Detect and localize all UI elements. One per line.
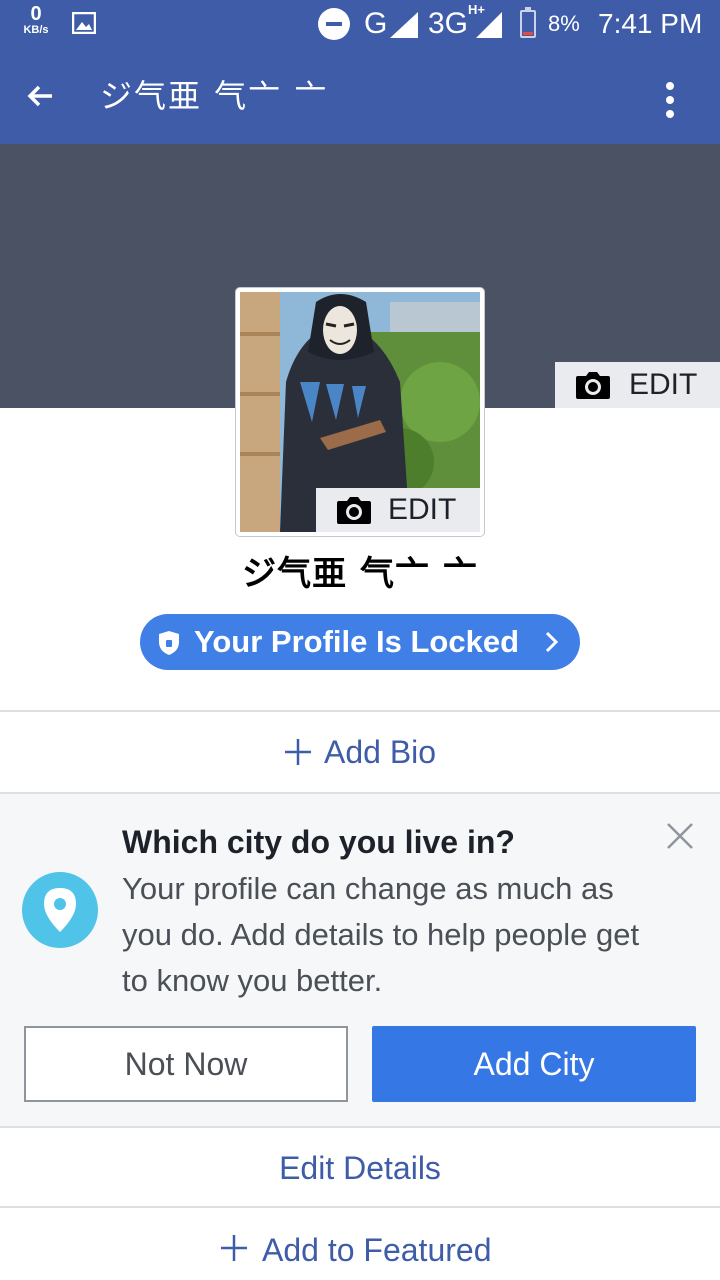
arrow-left-icon[interactable] <box>22 78 58 114</box>
network-type-3g: 3G <box>428 7 469 40</box>
close-icon[interactable] <box>664 820 696 852</box>
city-prompt-title: Which city do you live in? <box>122 824 515 860</box>
gallery-icon <box>72 12 96 34</box>
add-to-featured-button[interactable]: Add to Featured <box>0 1208 720 1280</box>
app-bar: ジ气亜 气亠 亠 <box>0 48 720 144</box>
camera-icon <box>337 497 371 524</box>
add-city-button[interactable]: Add City <box>372 1026 696 1102</box>
signal-icon <box>390 12 418 38</box>
plus-icon <box>285 739 311 765</box>
profile-picture[interactable]: EDIT <box>236 288 484 536</box>
status-bar: 0 KB/s G 3G H+ 8% 7:41 PM <box>0 0 720 48</box>
battery-icon <box>520 7 536 38</box>
add-bio-label: Add Bio <box>324 734 437 770</box>
plus-icon <box>221 1235 247 1261</box>
clock: 7:41 PM <box>598 8 703 39</box>
chevron-right-icon <box>545 631 559 653</box>
shield-icon <box>159 631 179 655</box>
edit-cover-label: EDIT <box>629 368 698 401</box>
network-speed-unit: KB/s <box>23 24 49 36</box>
network-type-g: G <box>364 7 388 40</box>
city-prompt-body: Your profile can change as much as you d… <box>122 871 640 998</box>
city-prompt-card: Which city do you live in? Your profile … <box>0 794 720 1128</box>
profile-page: 0 KB/s G 3G H+ 8% 7:41 PM ジ气亜 气亠 亠 EDIT … <box>0 0 720 1280</box>
edit-details-button[interactable]: Edit Details <box>0 1130 720 1206</box>
more-vert-icon[interactable] <box>656 80 686 120</box>
camera-icon <box>576 372 610 399</box>
location-pin-icon <box>22 872 98 948</box>
app-bar-title: ジ气亜 气亠 亠 <box>100 77 329 115</box>
network-speed: 0 KB/s <box>18 4 54 36</box>
divider <box>0 1126 720 1128</box>
edit-profile-picture-label: EDIT <box>388 493 457 526</box>
do-not-disturb-icon <box>318 8 350 40</box>
profile-locked-label: Your Profile Is Locked <box>194 624 520 659</box>
profile-name: ジ气亜 气亠 亠 <box>242 554 478 594</box>
network-speed-value: 0 <box>30 3 42 25</box>
edit-profile-picture-button[interactable]: EDIT <box>316 488 480 532</box>
profile-locked-button[interactable]: Your Profile Is Locked <box>140 614 580 670</box>
add-bio-button[interactable]: Add Bio <box>0 712 720 794</box>
add-to-featured-label: Add to Featured <box>262 1232 492 1268</box>
not-now-button[interactable]: Not Now <box>24 1026 348 1102</box>
battery-percent: 8% <box>548 11 580 36</box>
edit-cover-button[interactable]: EDIT <box>555 362 720 408</box>
signal-icon-2 <box>476 12 502 38</box>
